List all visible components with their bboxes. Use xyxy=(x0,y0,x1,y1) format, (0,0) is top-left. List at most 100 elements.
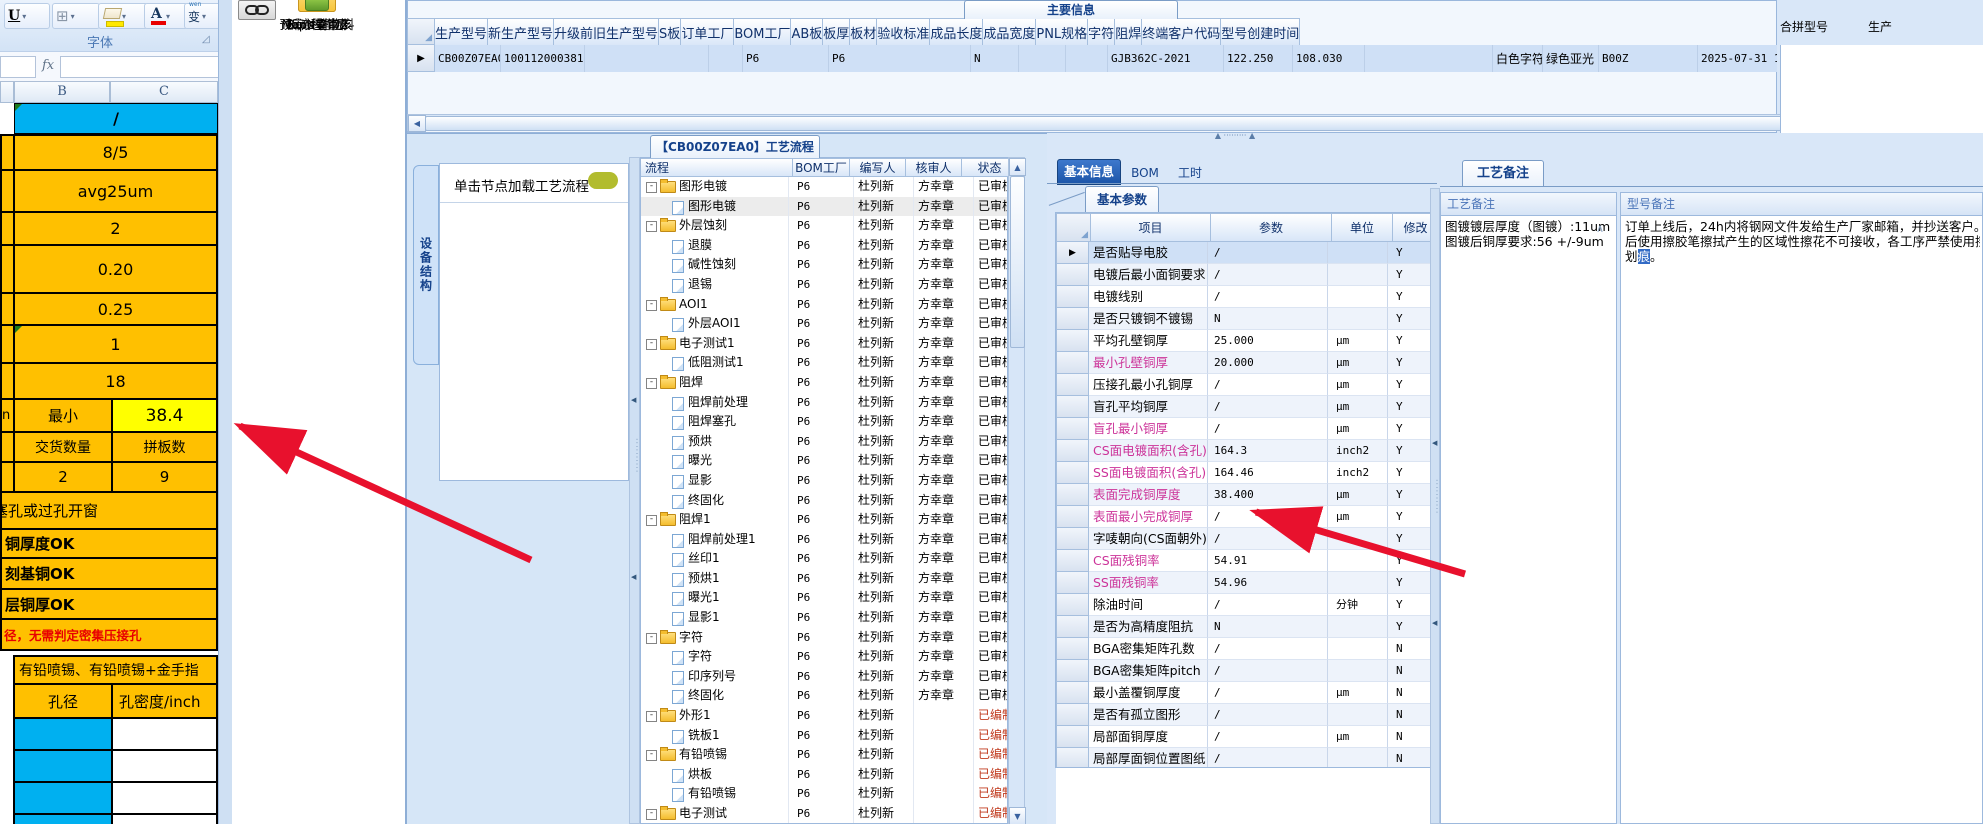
cell-1[interactable]: 1 xyxy=(13,324,218,364)
param-value-cell[interactable]: 25.000 xyxy=(1208,330,1328,352)
underline-button[interactable]: U ▾ xyxy=(4,3,50,29)
expand-box[interactable]: - xyxy=(646,632,657,644)
flow-tree-row[interactable]: - 显影 P6 杜列新 方幸章 已审核 xyxy=(641,470,1007,491)
flow-tree-row[interactable]: - 丝印1 P6 杜列新 方幸章 已审核 xyxy=(641,549,1007,569)
param-value-cell[interactable]: 38.400 xyxy=(1208,484,1328,506)
params-row-selector[interactable] xyxy=(1056,638,1089,660)
cell-note-window[interactable]: 塞孔或过孔开窗 xyxy=(0,491,218,530)
scrollbar-thumb[interactable] xyxy=(425,116,1805,131)
main-grid-column-header[interactable]: PNL规格 xyxy=(1036,18,1089,45)
params-row-selector[interactable] xyxy=(1056,704,1089,726)
main-grid-row[interactable]: ▶ CB00Z07EA010011200038133P6P6NGJB362C-2… xyxy=(407,45,1777,72)
row-selector[interactable]: ▶ xyxy=(407,45,435,72)
horizontal-splitter-handle[interactable]: ▲ ········· ▲ xyxy=(1180,131,1290,142)
cell-panel-label[interactable]: 拼板数 xyxy=(111,431,218,463)
merge-grid-column-header[interactable]: 合拼型号 xyxy=(1780,18,1868,45)
param-value-cell[interactable]: / xyxy=(1208,374,1328,396)
params-row[interactable]: 局部厚面铜位置图纸 / N xyxy=(1056,748,1432,767)
flow-tree-row[interactable]: - 终固化 P6 杜列新 方幸章 已审核 xyxy=(641,686,1007,707)
flow-tree-column-header[interactable]: 核审人 xyxy=(906,158,962,177)
flow-splitter[interactable]: ◀ ·········· ◀ xyxy=(629,157,641,824)
param-value-cell[interactable]: / xyxy=(1208,242,1328,264)
flow-tree-row[interactable]: - 铣板1 P6 杜列新 已编制 xyxy=(641,725,1007,746)
params-row-selector[interactable] xyxy=(1056,726,1089,748)
cell-red-note[interactable]: 径，无需判定密集压接孔 xyxy=(0,618,218,651)
flow-tree-row[interactable]: - 终固化 P6 杜列新 方幸章 已审核 xyxy=(641,490,1007,511)
expand-box[interactable]: - xyxy=(646,377,657,389)
tab-basic-info[interactable]: 基本信息 xyxy=(1057,159,1121,185)
flow-tree-column-header[interactable]: 流程 xyxy=(641,158,793,177)
collapse-left-icon[interactable]: ◀ xyxy=(631,396,636,404)
params-row-selector[interactable] xyxy=(1056,506,1089,528)
param-value-cell[interactable]: 164.46 xyxy=(1208,462,1328,484)
flow-tree-row[interactable]: - 碱性蚀刻 P6 杜列新 方幸章 已审核 xyxy=(641,255,1007,275)
params-column-header[interactable]: 项目 xyxy=(1091,213,1211,242)
param-value-cell[interactable]: / xyxy=(1208,748,1328,767)
params-row-selector[interactable] xyxy=(1056,594,1089,616)
flow-tree-row[interactable]: - 低阻测试1 P6 杜列新 方幸章 已审核 xyxy=(641,353,1007,373)
param-value-cell[interactable]: / xyxy=(1208,264,1328,286)
main-grid-column-header[interactable]: 新生产型号 xyxy=(488,18,555,45)
param-value-cell[interactable]: / xyxy=(1208,506,1328,528)
cell-hole-d-2[interactable] xyxy=(13,749,113,783)
tab-notes[interactable]: 工艺备注 xyxy=(1462,160,1544,187)
notes-splitter[interactable]: ◀ ·········· ◀ xyxy=(1430,188,1441,824)
merge-grid-column-header[interactable]: 生产 xyxy=(1868,18,1983,45)
borders-button[interactable]: ⊞ ▾ xyxy=(52,3,100,29)
expand-box[interactable]: - xyxy=(646,299,657,311)
param-value-cell[interactable]: / xyxy=(1208,638,1328,660)
params-row-selector[interactable] xyxy=(1056,440,1089,462)
main-grid-column-header[interactable]: 板厚 xyxy=(823,18,851,45)
main-grid-hscrollbar[interactable]: ◀ ▶ xyxy=(407,114,1820,132)
params-row[interactable]: ▶ 是否贴导电胶 / Y xyxy=(1056,242,1432,264)
params-row-selector[interactable] xyxy=(1056,418,1089,440)
cell-min-label[interactable]: 最小 xyxy=(13,398,113,433)
params-row[interactable]: 表面最小完成铜厚 / μm Y xyxy=(1056,506,1432,528)
params-row[interactable]: BGA密集矩阵孔数 / N xyxy=(1056,638,1432,660)
flow-tree-row[interactable]: - 曝光1 P6 杜列新 方幸章 已审核 xyxy=(641,588,1007,609)
params-row[interactable]: CS面电镀面积(含孔) 164.3 inch2 Y xyxy=(1056,440,1432,462)
flow-tree-row[interactable]: - 显影1 P6 杜列新 方幸章 已审核 xyxy=(641,608,1007,628)
flow-tree-row[interactable]: - 退锡 P6 杜列新 方幸章 已审核 xyxy=(641,274,1007,295)
param-value-cell[interactable]: / xyxy=(1208,704,1328,726)
cell-hole-d-1[interactable] xyxy=(13,717,113,751)
cell-slash[interactable]: / xyxy=(14,103,218,134)
params-row[interactable]: 最小盖覆铜厚度 / μm N xyxy=(1056,682,1432,704)
collapse-left-icon[interactable]: ◀ xyxy=(1432,619,1437,627)
flow-tree-row[interactable]: - 外层蚀刻 P6 杜列新 方幸章 已审核 xyxy=(641,216,1007,236)
params-row-selector[interactable] xyxy=(1056,660,1089,682)
params-row-selector[interactable] xyxy=(1056,286,1089,308)
param-value-cell[interactable]: / xyxy=(1208,726,1328,748)
main-grid-column-header[interactable]: BOM工厂 xyxy=(734,18,792,45)
flow-tree-row[interactable]: - 外层AOI1 P6 杜列新 方幸章 已审核 xyxy=(641,314,1007,334)
collapse-left-icon[interactable]: ◀ xyxy=(631,573,636,581)
params-row-selector[interactable] xyxy=(1056,396,1089,418)
corner-header[interactable] xyxy=(0,82,14,103)
params-row-selector[interactable] xyxy=(1056,374,1089,396)
tab-main-info[interactable]: 主要信息 xyxy=(964,0,1178,19)
params-row-selector[interactable] xyxy=(1056,308,1089,330)
params-row-selector[interactable] xyxy=(1056,682,1089,704)
main-grid-column-header[interactable]: 验收标准 xyxy=(877,18,931,45)
flow-tree-row[interactable]: - 预烘 P6 杜列新 方幸章 已审核 xyxy=(641,431,1007,452)
params-row-selector[interactable] xyxy=(1056,550,1089,572)
flow-tree-row[interactable]: - 阻焊前处理 P6 杜列新 方幸章 已审核 xyxy=(641,392,1007,413)
main-grid-column-header[interactable]: 生产型号 xyxy=(435,18,489,45)
cell-18[interactable]: 18 xyxy=(13,362,218,400)
params-row-selector[interactable]: ▶ xyxy=(1056,242,1089,264)
cell-density-1[interactable] xyxy=(111,717,218,751)
param-value-cell[interactable]: / xyxy=(1208,660,1328,682)
param-value-cell[interactable]: / xyxy=(1208,682,1328,704)
params-row[interactable]: CS面残铜率 54.91 Y xyxy=(1056,550,1432,572)
scroll-down-icon[interactable]: ▼ xyxy=(1009,807,1026,824)
cell-density-4[interactable] xyxy=(111,813,218,824)
cell-qty-value[interactable]: 2 xyxy=(13,461,113,493)
params-row-selector[interactable] xyxy=(1056,528,1089,550)
select-all-cell[interactable]: ◢ xyxy=(407,18,435,45)
params-row-selector[interactable] xyxy=(1056,484,1089,506)
flow-tree-row[interactable]: - 电子测试 P6 杜列新 已编制 xyxy=(641,804,1007,823)
param-value-cell[interactable]: 20.000 xyxy=(1208,352,1328,374)
param-value-cell[interactable]: / xyxy=(1208,286,1328,308)
expand-box[interactable]: - xyxy=(646,182,657,193)
cell-85[interactable]: 8/5 xyxy=(13,134,218,171)
